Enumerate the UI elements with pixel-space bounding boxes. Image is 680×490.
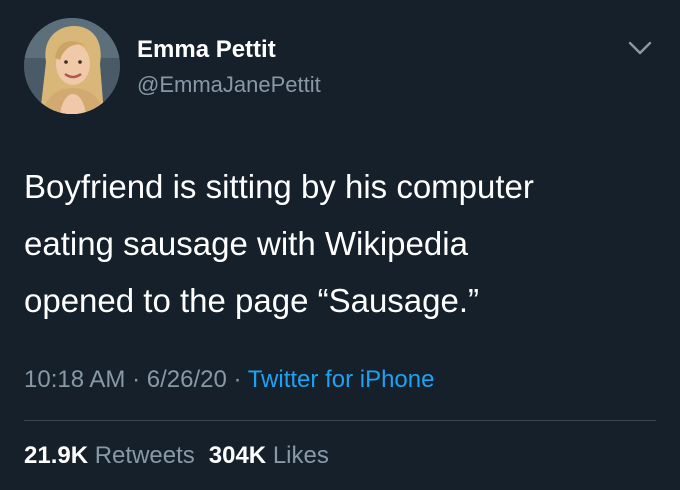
likes-label: Likes bbox=[272, 442, 329, 469]
chevron-down-icon[interactable] bbox=[626, 38, 654, 58]
retweets-count: 21.9K bbox=[24, 442, 89, 469]
divider bbox=[24, 420, 656, 421]
retweets-label: Retweets bbox=[94, 442, 195, 469]
tweet-text-line: opened to the page “Sausage.” bbox=[24, 282, 480, 319]
tweet-source-link[interactable]: Twitter for iPhone bbox=[248, 366, 435, 393]
engagement-stats: 21.9K Retweets 304K Likes bbox=[24, 442, 329, 470]
tweet-card: Emma Pettit @EmmaJanePettit Boyfriend is… bbox=[0, 0, 680, 490]
user-handle[interactable]: @EmmaJanePettit bbox=[137, 72, 321, 98]
retweets-stat[interactable]: 21.9K Retweets bbox=[24, 442, 195, 469]
avatar[interactable] bbox=[24, 18, 120, 114]
tweet-text-line: Boyfriend is sitting by his computer bbox=[24, 168, 534, 205]
tweet-text-line: eating sausage with Wikipedia bbox=[24, 225, 468, 262]
tweet-meta: 10:18 AM · 6/26/20 · Twitter for iPhone bbox=[24, 366, 434, 394]
likes-stat[interactable]: 304K Likes bbox=[209, 442, 329, 469]
tweet-text: Boyfriend is sitting by his computer eat… bbox=[24, 158, 654, 329]
meta-separator: · bbox=[125, 366, 147, 393]
tweet-date[interactable]: 6/26/20 bbox=[147, 366, 227, 393]
likes-count: 304K bbox=[208, 442, 267, 469]
profile-photo-icon bbox=[24, 18, 120, 114]
display-name[interactable]: Emma Pettit bbox=[137, 36, 276, 64]
meta-separator: · bbox=[226, 366, 248, 393]
tweet-time[interactable]: 10:18 AM bbox=[24, 366, 125, 393]
